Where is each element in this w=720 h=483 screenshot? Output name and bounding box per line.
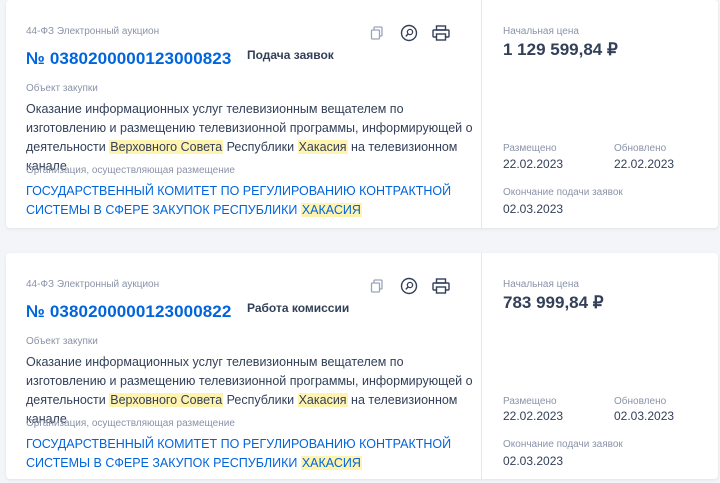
updated-label: Обновлено [614,396,667,407]
deadline-label: Окончание подачи заявок [503,439,623,450]
copy-icon[interactable] [366,22,388,44]
status-badge: Подача заявок [247,48,334,62]
updated-date: 22.02.2023 [614,157,675,171]
placed-date: 22.02.2023 [503,157,564,171]
copy-icon[interactable] [366,275,388,297]
placed-date: 22.02.2023 [503,409,564,423]
placed-label: Размещено [503,143,557,154]
updated-date: 02.03.2023 [614,409,675,423]
card-actions [366,22,452,44]
purchase-card: 44-ФЗ Электронный аукцион № 038020000012… [6,0,718,228]
card-side: Начальная цена 783 999,84 ₽ Размещено 22… [482,253,718,479]
object-label: Объект закупки [26,83,98,94]
organization-label: Организация, осуществляющая размещение [26,418,235,429]
deadline-date: 02.03.2023 [503,454,564,468]
object-label: Объект закупки [26,336,98,347]
initial-price: 1 129 599,84 ₽ [503,40,618,59]
updated-label: Обновлено [614,143,667,154]
status-badge: Работа комиссии [247,301,350,315]
price-label: Начальная цена [503,26,579,37]
placed-label: Размещено [503,396,557,407]
purchase-number-link[interactable]: № 0380200000123000822 [26,302,231,322]
deadline-label: Окончание подачи заявок [503,187,623,198]
card-main: 44-ФЗ Электронный аукцион № 038020000012… [6,253,482,479]
organization-link[interactable]: ГОСУДАРСТВЕННЫЙ КОМИТЕТ ПО РЕГУЛИРОВАНИЮ… [26,435,476,473]
print-icon[interactable] [430,275,452,297]
law-type: 44-ФЗ Электронный аукцион [26,279,160,290]
card-side: Начальная цена 1 129 599,84 ₽ Размещено … [482,0,718,228]
organization-link[interactable]: ГОСУДАРСТВЕННЫЙ КОМИТЕТ ПО РЕГУЛИРОВАНИЮ… [26,182,476,220]
deadline-date: 02.03.2023 [503,202,564,216]
card-actions [366,275,452,297]
purchase-card: 44-ФЗ Электронный аукцион № 038020000012… [6,253,718,479]
price-label: Начальная цена [503,279,579,290]
purchase-number-link[interactable]: № 0380200000123000823 [26,49,231,69]
print-icon[interactable] [430,22,452,44]
search-icon[interactable] [398,22,420,44]
initial-price: 783 999,84 ₽ [503,293,604,312]
card-main: 44-ФЗ Электронный аукцион № 038020000012… [6,0,482,228]
law-type: 44-ФЗ Электронный аукцион [26,26,160,37]
organization-label: Организация, осуществляющая размещение [26,165,235,176]
search-icon[interactable] [398,275,420,297]
